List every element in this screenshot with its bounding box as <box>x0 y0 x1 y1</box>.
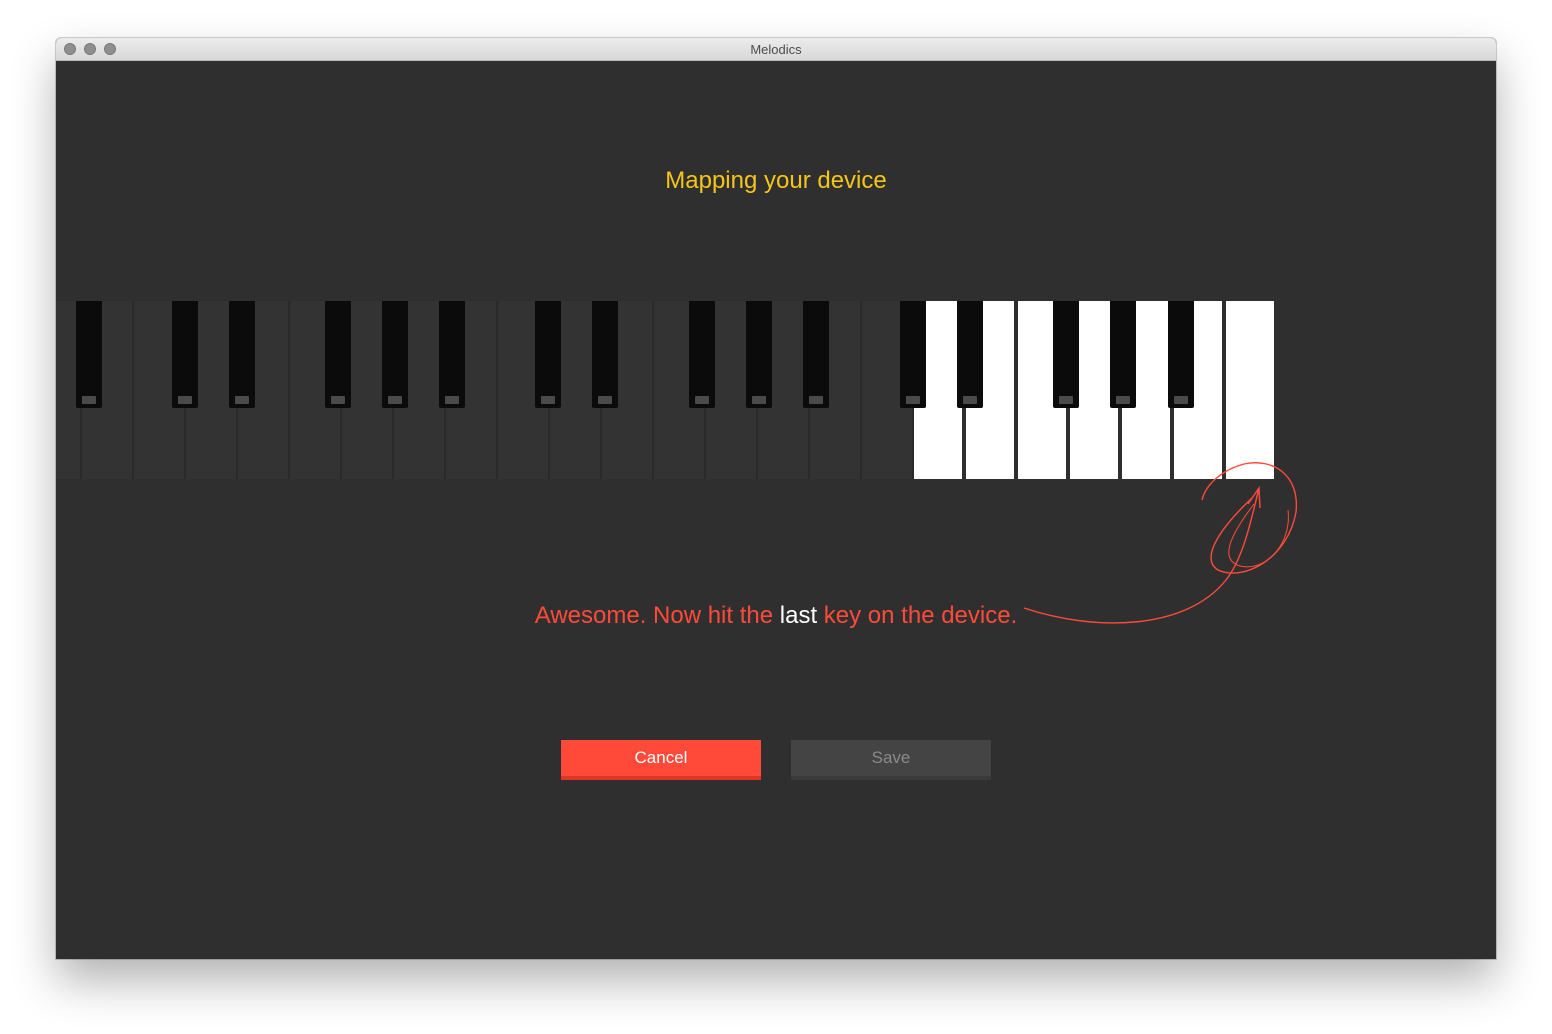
black-key <box>382 301 408 408</box>
app-window: Melodics Mapping your device Awesome. No… <box>56 38 1496 959</box>
black-key <box>957 301 983 408</box>
mapping-screen: Mapping your device Awesome. Now hit the… <box>56 60 1496 959</box>
black-key-tip <box>178 396 192 404</box>
black-key <box>1110 301 1136 408</box>
black-key <box>592 301 618 408</box>
black-key-tip <box>1174 396 1188 404</box>
black-key-tip <box>541 396 555 404</box>
white-key-mapped <box>1226 301 1274 479</box>
black-key-tip <box>963 396 977 404</box>
black-key <box>325 301 351 408</box>
black-key-tip <box>82 396 96 404</box>
black-key-tip <box>445 396 459 404</box>
instruction-before: Awesome. Now hit the <box>534 602 780 629</box>
black-key <box>1168 301 1194 408</box>
black-key <box>900 301 926 408</box>
black-key <box>172 301 198 408</box>
black-key-tip <box>1116 396 1130 404</box>
black-key <box>229 301 255 408</box>
page-title: Mapping your device <box>665 167 887 194</box>
title-bar: Melodics <box>56 38 1496 61</box>
instruction-text: Awesome. Now hit the last key on the dev… <box>56 602 1496 630</box>
cancel-button[interactable]: Cancel <box>561 740 761 780</box>
black-key <box>746 301 772 408</box>
black-key-tip <box>331 396 345 404</box>
black-key <box>439 301 465 408</box>
black-key-tip <box>598 396 612 404</box>
black-key <box>1053 301 1079 408</box>
black-key <box>76 301 102 408</box>
black-key <box>803 301 829 408</box>
black-key-tip <box>809 396 823 404</box>
black-key <box>535 301 561 408</box>
black-key-tip <box>388 396 402 404</box>
black-key <box>689 301 715 408</box>
instruction-emphasis: last <box>779 602 818 629</box>
black-key-tip <box>235 396 249 404</box>
window-title: Melodics <box>750 42 802 57</box>
black-key-tip <box>1059 396 1073 404</box>
save-button[interactable]: Save <box>791 740 991 780</box>
instruction-after: key on the device. <box>817 602 1018 629</box>
black-key-tip <box>906 396 920 404</box>
piano-keyboard <box>56 301 1496 481</box>
black-key-tip <box>752 396 766 404</box>
black-key-tip <box>695 396 709 404</box>
